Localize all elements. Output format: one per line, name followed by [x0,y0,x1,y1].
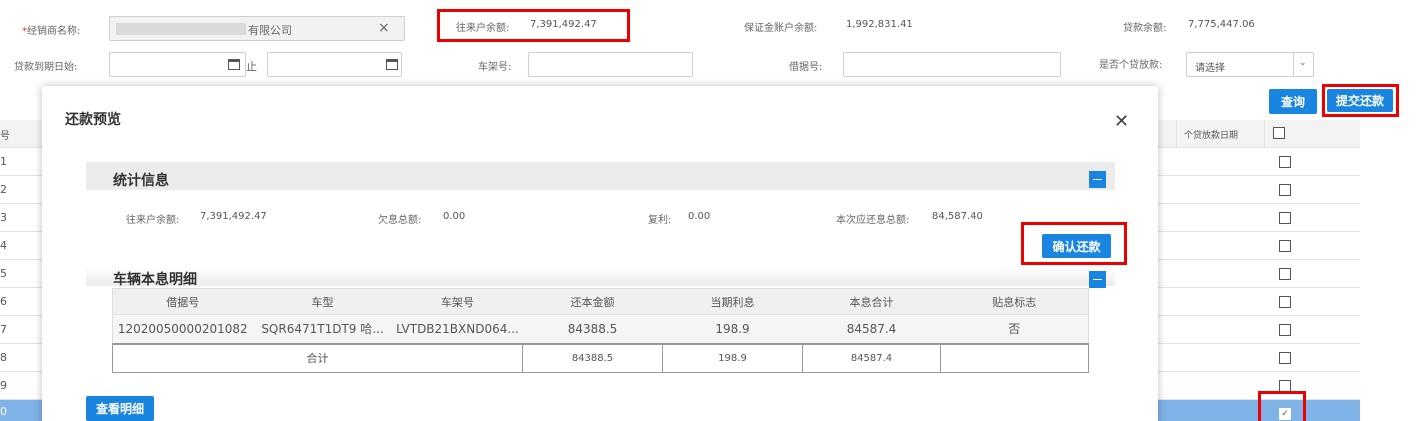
col-header: 还本金额 [522,288,663,315]
cell-interest: 198.9 [715,321,750,336]
stats-compound-label: 复利: [648,215,672,226]
deposit-value: 1,992,831.41 [846,19,913,30]
table-row[interactable]: 12020050000201082 SQR6471T1DT9 哈... LVTD… [112,314,1089,344]
dealer-name-label: *经销商名称: [22,26,81,37]
highlight-selected-checkbox [1258,391,1306,421]
current-account-value: 7,391,492.47 [530,19,597,30]
col-header: 当期利息 [662,288,803,315]
close-icon[interactable]: ✕ [1114,111,1129,132]
calendar-icon[interactable] [228,59,240,70]
row-checkbox[interactable] [1279,156,1291,168]
vin-label: 车架号: [478,62,512,73]
stats-due-value: 84,587.40 [932,211,983,222]
detail-table-header: 借据号 车型 车架号 还本金额 当期利息 本息合计 贴息标志 [112,288,1089,315]
row-number: 4 [0,239,7,252]
personal-loan-select[interactable]: 请选择 ⌄ [1186,52,1314,77]
row-checkbox[interactable] [1279,240,1291,252]
detail-section-title: 车辆本息明细 [113,272,197,288]
row-number: 2 [0,183,7,196]
current-account-label: 往来户余额: [456,23,510,34]
cell-model: SQR6471T1DT9 哈... [261,322,384,337]
row-number: 0 [0,405,7,418]
col-header: 本息合计 [802,288,941,315]
cell-vin: LVTDB21BXND064... [396,321,519,336]
collapse-icon[interactable] [1089,171,1106,188]
view-detail-button[interactable]: 查看明细 [86,396,154,421]
stats-owed-value: 0.00 [443,211,466,222]
row-checkbox[interactable] [1279,324,1291,336]
select-divider [1293,53,1294,76]
stats-compound-value: 0.00 [688,211,711,222]
col-header: 贴息标志 [940,288,1089,315]
dealer-name-value: 有限公司 [248,24,292,37]
col-header: 借据号 [112,288,253,315]
submit-repayment-button[interactable]: 提交还款 [1327,89,1393,112]
total-principal: 84388.5 [522,343,663,373]
due-date-end-input[interactable] [267,52,402,77]
col-header: 车架号 [392,288,523,315]
row-checkbox[interactable] [1279,296,1291,308]
row-number: 8 [0,351,7,364]
cell-receipt-no: 12020050000201082 [117,321,248,336]
col-divider [1264,120,1265,148]
col-date-header: 个贷放款日期 [1184,131,1239,141]
stats-owed-label: 欠息总额: [378,215,422,226]
repayment-preview-modal: 还款预览 ✕ 统计信息 往来户余额: 7,391,492.47 欠息总额: 0.… [42,86,1158,421]
personal-loan-select-value: 请选择 [1195,63,1225,74]
cell-subsidy-flag: 否 [1008,322,1021,337]
modal-title: 还款预览 [65,112,121,128]
row-checkbox[interactable] [1279,184,1291,196]
col-header: 车型 [252,288,393,315]
row-number: 5 [0,267,7,280]
row-checkbox[interactable] [1279,212,1291,224]
detail-table: 借据号 车型 车架号 还本金额 当期利息 本息合计 贴息标志 120200500… [112,288,1089,373]
row-checkbox[interactable] [1279,268,1291,280]
due-date-end-label: 止 [246,60,257,73]
masked-dealer-name [116,23,246,35]
personal-loan-label: 是否个贷放款: [1099,60,1163,71]
total-empty-cell [940,343,1089,373]
chevron-down-icon[interactable]: ⌄ [1299,58,1307,68]
cell-principal: 84388.5 [567,321,618,336]
select-all-checkbox[interactable] [1273,127,1285,139]
calendar-icon[interactable] [386,59,398,70]
total-sum: 84587.4 [802,343,941,373]
total-label: 合计 [112,343,523,373]
receipt-label: 借据号: [789,62,823,73]
detail-section-header: 车辆本息明细 [86,266,1115,288]
collapse-icon[interactable] [1089,271,1106,288]
total-interest: 198.9 [662,343,803,373]
cell-total: 84587.4 [846,321,897,336]
row-number: 9 [0,379,7,392]
dealer-name-input[interactable]: 有限公司 × [109,16,405,41]
row-number: 1 [0,155,7,168]
clear-icon[interactable]: × [378,20,390,36]
page-root: *经销商名称: 有限公司 × 往来户余额: 7,391,492.47 保证金账户… [0,0,1419,421]
stats-section-title: 统计信息 [113,173,169,189]
row-number: 3 [0,211,7,224]
row-number: 7 [0,323,7,336]
vin-input[interactable] [528,52,693,77]
query-button[interactable]: 查询 [1269,89,1317,114]
loan-balance-value: 7,775,447.06 [1188,19,1255,30]
row-checkbox[interactable] [1279,352,1291,364]
stats-current-label: 往来户余额: [126,215,180,226]
loan-balance-label: 贷款余额: [1123,23,1167,34]
total-row: 合计 84388.5 198.9 84587.4 [112,343,1089,373]
stats-due-label: 本次应还息总额: [836,215,910,226]
due-date-start-input[interactable] [109,52,246,77]
due-date-start-label: 贷款到期日始: [14,62,78,73]
col-index-header: 号 [0,131,10,142]
col-divider [1176,120,1177,148]
stats-current-value: 7,391,492.47 [200,211,267,222]
confirm-repayment-button[interactable]: 确认还款 [1042,234,1111,258]
receipt-input[interactable] [843,52,1061,77]
stats-section-header: 统计信息 [86,162,1115,190]
row-number: 6 [0,295,7,308]
deposit-label: 保证金账户余额: [744,23,818,34]
